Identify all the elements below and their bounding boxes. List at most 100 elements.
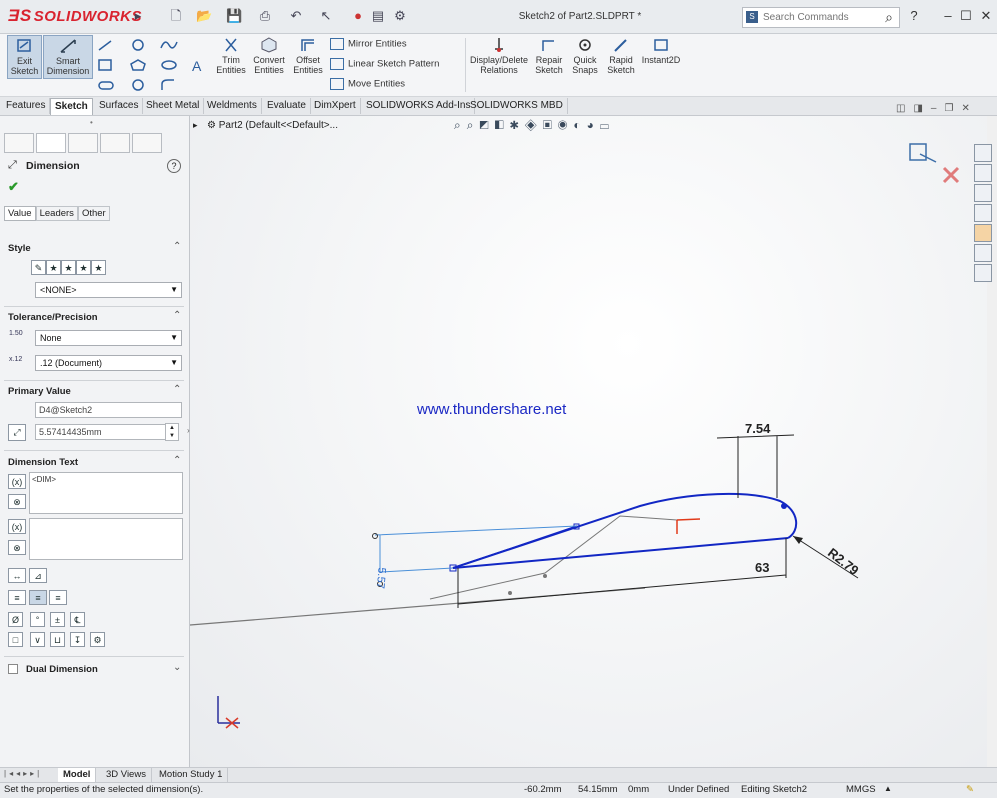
graphics-area[interactable]: ▸ ⚙ Part2 (Default<<Default>... ⌕⌕◩◧✱◈▣◉…: [190, 103, 992, 767]
mirror-entities-button[interactable]: Mirror Entities: [330, 38, 407, 50]
delete-style-icon[interactable]: ★: [76, 260, 91, 275]
spline-tool-icon[interactable]: [160, 38, 178, 55]
countersink-symbol-icon[interactable]: ∨: [30, 632, 45, 647]
trim-entities-button[interactable]: Trim Entities: [214, 35, 248, 75]
add-style-icon[interactable]: ★: [46, 260, 61, 275]
inspection-dimension-icon[interactable]: (x): [8, 519, 26, 534]
value-spinner-icon[interactable]: ▲ ▼: [165, 423, 179, 441]
status-units[interactable]: MMGS: [846, 784, 876, 795]
instant2d-button[interactable]: Instant2D: [641, 35, 681, 65]
offset-entities-button[interactable]: Offset Entities: [291, 35, 325, 75]
tab-mbd[interactable]: SOLIDWORKS MBD: [466, 98, 568, 114]
centerline-symbol-icon[interactable]: ℄: [70, 612, 85, 627]
text-tool-icon[interactable]: A: [192, 58, 201, 74]
dimension-text-above[interactable]: <DIM>: [29, 472, 183, 514]
depth-symbol-icon[interactable]: ↧: [70, 632, 85, 647]
red-move-triad[interactable]: [676, 518, 701, 534]
tab-motion-study[interactable]: Motion Study 1: [154, 768, 229, 782]
align-center-icon[interactable]: ≡: [29, 590, 47, 605]
display-manager-tab-icon[interactable]: [132, 133, 162, 153]
degree-symbol-icon[interactable]: °: [30, 612, 45, 627]
search-input[interactable]: [761, 9, 865, 26]
select-icon[interactable]: ↖: [318, 9, 334, 23]
viewport-tile-icon[interactable]: ◫: [896, 103, 913, 114]
sketch-fillet-icon[interactable]: [130, 78, 148, 95]
square-symbol-icon[interactable]: □: [8, 632, 23, 647]
options-gear-icon[interactable]: ⚙: [392, 9, 408, 23]
subtab-other[interactable]: Other: [77, 206, 110, 221]
help-icon[interactable]: ?: [906, 8, 922, 24]
dimension-5-57[interactable]: 5.57: [374, 567, 388, 589]
tab-scroll-arrows-icon[interactable]: |◂◂▸▸|: [4, 769, 42, 778]
align-left-icon[interactable]: ≡: [8, 590, 26, 605]
appearances-icon[interactable]: [974, 224, 992, 242]
subtab-leaders[interactable]: Leaders: [35, 206, 78, 221]
collapse-chevron-icon[interactable]: ⌃: [173, 384, 181, 395]
design-library-icon[interactable]: [974, 164, 992, 182]
airfoil-lower-line[interactable]: [452, 537, 789, 569]
apply-default-style-icon[interactable]: ✎: [31, 260, 46, 275]
polygon-tool-icon[interactable]: [130, 58, 148, 75]
repair-sketch-button[interactable]: Repair Sketch: [534, 35, 564, 75]
tab-features[interactable]: Features: [2, 98, 51, 114]
property-manager-tab-icon[interactable]: [36, 133, 66, 153]
custom-properties-icon[interactable]: [974, 244, 992, 262]
undo-icon[interactable]: ↶: [288, 9, 304, 23]
tab-evaluate[interactable]: Evaluate: [263, 98, 311, 114]
viewport-close-icon[interactable]: ✕: [961, 103, 977, 114]
print-icon[interactable]: ⎙: [257, 9, 273, 23]
rectangle-tool-icon[interactable]: [97, 58, 115, 75]
arc-tool-icon[interactable]: [160, 78, 178, 95]
dimension-text-below[interactable]: [29, 518, 183, 560]
dimension-7-54[interactable]: 7.54: [745, 421, 770, 436]
collapse-chevron-icon[interactable]: ⌃: [173, 455, 181, 466]
open-document-icon[interactable]: 📂: [196, 9, 212, 23]
configuration-manager-tab-icon[interactable]: [68, 133, 98, 153]
rapid-sketch-button[interactable]: Rapid Sketch: [606, 35, 636, 75]
file-explorer-icon[interactable]: [974, 184, 992, 202]
minimize-icon[interactable]: –: [940, 8, 956, 24]
primary-value-field[interactable]: 5.57414435mm: [35, 424, 166, 440]
maximize-icon[interactable]: ☐: [958, 8, 974, 24]
subtab-value[interactable]: Value: [4, 206, 36, 221]
smart-dimension-button[interactable]: Smart Dimension: [43, 35, 93, 79]
primary-name-field[interactable]: D4@Sketch2: [35, 402, 182, 418]
more-symbols-icon[interactable]: ⚙: [90, 632, 105, 647]
circle-tool-icon[interactable]: [130, 38, 148, 55]
counterbore-symbol-icon[interactable]: ⊔: [50, 632, 65, 647]
plus-minus-symbol-icon[interactable]: ±: [50, 612, 65, 627]
search-commands[interactable]: S ⌕: [742, 7, 900, 28]
exit-sketch-button[interactable]: Exit Sketch: [7, 35, 42, 79]
feature-manager-tab-icon[interactable]: [4, 133, 34, 153]
tab-model[interactable]: Model: [58, 768, 97, 782]
dimxpert-manager-tab-icon[interactable]: [100, 133, 130, 153]
display-delete-relations-button[interactable]: Display/Delete Relations: [469, 35, 529, 75]
menu-expand-icon[interactable]: ▸: [130, 9, 146, 23]
style-dropdown[interactable]: <NONE> ▼: [35, 282, 182, 298]
save-icon[interactable]: 💾: [226, 9, 242, 23]
tab-dimxpert[interactable]: DimXpert: [310, 98, 361, 114]
ellipse-tool-icon[interactable]: [160, 58, 178, 75]
view-palette-icon[interactable]: [974, 204, 992, 222]
viewport-restore-icon[interactable]: ❐: [944, 103, 961, 114]
justify-left-right-icon[interactable]: ↔: [8, 568, 26, 583]
airfoil-upper-curve[interactable]: [452, 492, 798, 569]
convert-entities-button[interactable]: Convert Entities: [251, 35, 287, 75]
slot-tool-icon[interactable]: [97, 78, 115, 95]
forum-icon[interactable]: [974, 264, 992, 282]
precision-dropdown[interactable]: .12 (Document) ▼: [35, 355, 182, 371]
dimension-63[interactable]: 63: [755, 560, 769, 575]
line-tool-icon[interactable]: [97, 38, 115, 55]
ok-checkmark-icon[interactable]: ✔: [8, 179, 19, 195]
collapse-chevron-icon[interactable]: ⌃: [173, 241, 181, 252]
add-parentheses-icon[interactable]: (x): [8, 474, 26, 489]
collapse-chevron-icon[interactable]: ⌃: [173, 310, 181, 321]
angle-text-icon[interactable]: ⊿: [29, 568, 47, 583]
center-dimension-icon[interactable]: ⊗: [8, 494, 26, 509]
help-question-icon[interactable]: ?: [167, 159, 181, 173]
save-style-icon[interactable]: ★: [91, 260, 106, 275]
solidworks-logo[interactable]: ƎS SOLIDWORKS: [8, 6, 142, 26]
expand-chevron-icon[interactable]: ⌄: [173, 662, 181, 673]
tab-sheet-metal[interactable]: Sheet Metal: [142, 98, 205, 114]
new-document-icon[interactable]: 🗋: [168, 9, 184, 23]
